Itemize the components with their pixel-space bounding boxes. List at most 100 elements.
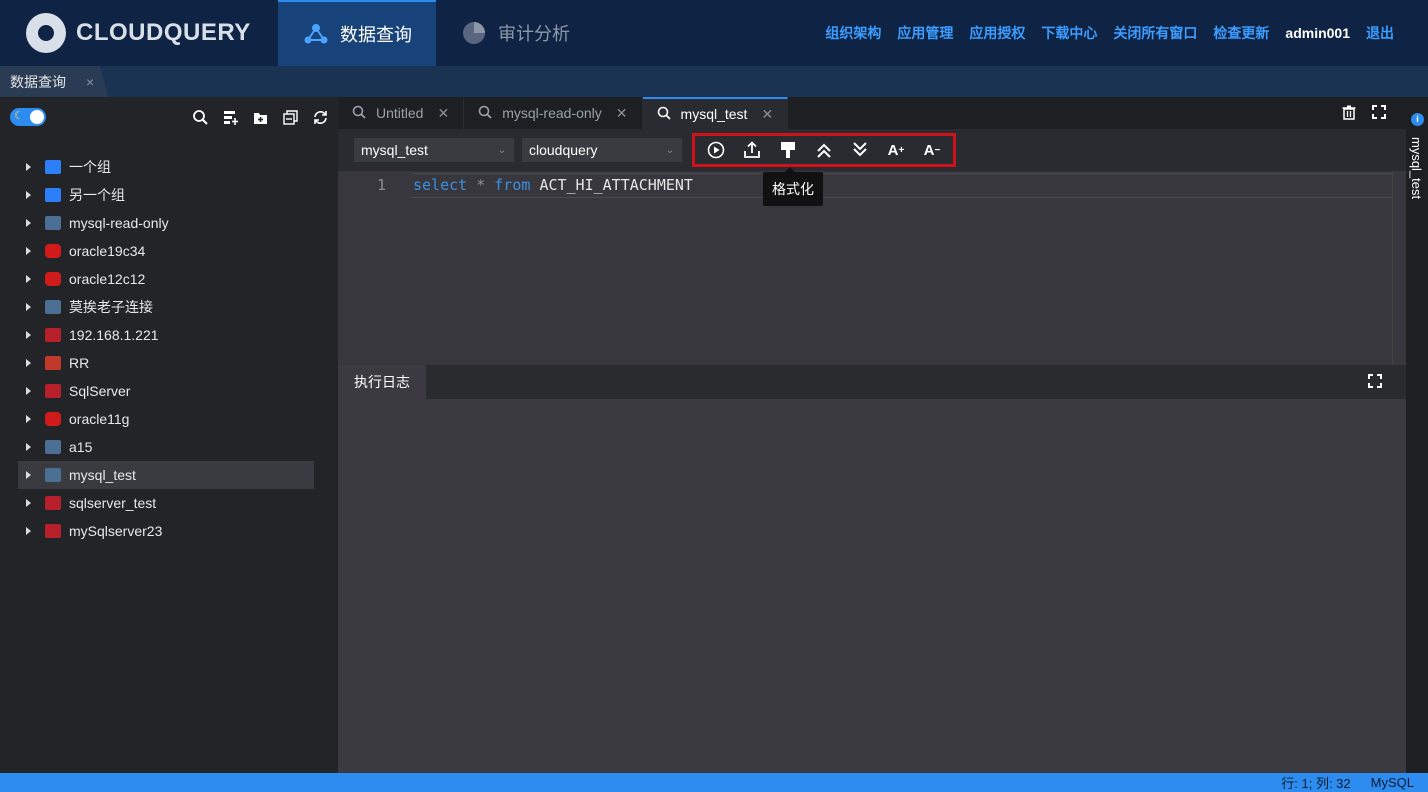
log-header: 执行日志 bbox=[338, 365, 1406, 399]
logout-link[interactable]: 退出 bbox=[1366, 23, 1394, 43]
chevrons-up-icon[interactable] bbox=[813, 139, 835, 161]
expand-arrow-icon[interactable] bbox=[26, 443, 31, 451]
font-increase-icon[interactable]: A + bbox=[885, 139, 907, 161]
run-icon[interactable] bbox=[705, 139, 727, 161]
tree-item[interactable]: a15 bbox=[18, 433, 314, 461]
expand-arrow-icon[interactable] bbox=[26, 415, 31, 423]
mysql-icon bbox=[45, 440, 61, 454]
tree-item-label: sqlserver_test bbox=[69, 495, 157, 511]
user-name[interactable]: admin001 bbox=[1285, 25, 1350, 41]
mysql-icon bbox=[45, 216, 61, 230]
tree-item[interactable]: mySqlserver23 bbox=[18, 517, 314, 545]
tree-item-selected[interactable]: mysql_test bbox=[18, 461, 314, 489]
nav-tab-audit[interactable]: 审计分析 bbox=[436, 0, 594, 66]
app-logo[interactable]: CLOUDQUERY bbox=[26, 0, 278, 66]
theme-toggle[interactable]: ☾ bbox=[10, 108, 46, 126]
add-connection-icon[interactable] bbox=[222, 109, 238, 125]
add-folder-icon[interactable] bbox=[252, 109, 268, 125]
fullscreen-icon[interactable] bbox=[1368, 374, 1382, 391]
tree-item[interactable]: RR bbox=[18, 349, 314, 377]
expand-arrow-icon[interactable] bbox=[26, 527, 31, 535]
collapse-all-icon[interactable] bbox=[282, 109, 298, 125]
expand-arrow-icon[interactable] bbox=[26, 219, 31, 227]
tree-item[interactable]: 莫挨老子连接 bbox=[18, 293, 314, 321]
sqlserver-icon bbox=[45, 524, 61, 538]
expand-arrow-icon[interactable] bbox=[26, 247, 31, 255]
editor-tab-mysql-read-only[interactable]: mysql-read-only ✕ bbox=[464, 97, 643, 129]
mysql-icon bbox=[45, 468, 61, 482]
link-app-auth[interactable]: 应用授权 bbox=[969, 23, 1025, 43]
editor-tab-label: mysql-read-only bbox=[502, 105, 602, 121]
tree-item-label: 192.168.1.221 bbox=[69, 327, 159, 343]
sql-keyword: from bbox=[494, 176, 531, 194]
connection-sidebar: ☾ 一个组 另一个组 mysql-read-only oracle19c34 o… bbox=[0, 97, 338, 773]
link-app-manage[interactable]: 应用管理 bbox=[897, 23, 953, 43]
expand-arrow-icon[interactable] bbox=[26, 387, 31, 395]
network-icon bbox=[302, 20, 330, 48]
editor-tab-mysql-test[interactable]: mysql_test ✕ bbox=[642, 97, 789, 129]
highlighted-toolbar-group: A + A − bbox=[692, 133, 956, 167]
fullscreen-icon[interactable] bbox=[1372, 105, 1386, 123]
format-brush-icon[interactable] bbox=[777, 139, 799, 161]
connection-select-value: mysql_test bbox=[361, 142, 428, 158]
connection-tree: 一个组 另一个组 mysql-read-only oracle19c34 ora… bbox=[0, 153, 338, 545]
close-icon[interactable]: ✕ bbox=[616, 105, 628, 122]
close-icon[interactable]: ✕ bbox=[437, 105, 449, 122]
chevron-down-icon: ⌄ bbox=[665, 144, 674, 156]
chevrons-down-icon[interactable] bbox=[849, 139, 871, 161]
trash-icon[interactable] bbox=[1342, 105, 1356, 123]
expand-arrow-icon[interactable] bbox=[26, 191, 31, 199]
close-icon[interactable]: × bbox=[86, 74, 94, 90]
page-tab-data-query[interactable]: 数据查询 × bbox=[0, 66, 108, 97]
log-panel: 执行日志 bbox=[338, 365, 1406, 773]
close-icon[interactable]: ✕ bbox=[761, 106, 773, 123]
sqlserver-icon bbox=[45, 384, 61, 398]
tree-item[interactable]: 一个组 bbox=[18, 153, 314, 181]
right-panel-label[interactable]: mysql_test bbox=[1409, 137, 1424, 199]
tree-item[interactable]: sqlserver_test bbox=[18, 489, 314, 517]
expand-arrow-icon[interactable] bbox=[26, 471, 31, 479]
page-tab-label: 数据查询 bbox=[10, 73, 66, 90]
link-download[interactable]: 下载中心 bbox=[1041, 23, 1097, 43]
tree-item[interactable]: oracle19c34 bbox=[18, 237, 314, 265]
sql-editor[interactable]: 1 select * from ACT_HI_ATTACHMENT bbox=[338, 171, 1406, 365]
editor-tabs: Untitled ✕ mysql-read-only ✕ mysql_test … bbox=[338, 97, 1406, 129]
sql-dialect: MySQL bbox=[1370, 775, 1414, 790]
nav-tab-data-query[interactable]: 数据查询 bbox=[278, 0, 436, 66]
info-icon[interactable]: i bbox=[1411, 113, 1424, 126]
query-icon bbox=[657, 106, 671, 123]
code-line[interactable]: select * from ACT_HI_ATTACHMENT bbox=[412, 173, 1392, 198]
expand-arrow-icon[interactable] bbox=[26, 499, 31, 507]
tree-item[interactable]: 另一个组 bbox=[18, 181, 314, 209]
refresh-icon[interactable] bbox=[312, 109, 328, 125]
pie-chart-icon bbox=[460, 19, 488, 47]
chevron-down-icon: ⌄ bbox=[497, 144, 506, 156]
tree-item-label: oracle12c12 bbox=[69, 271, 146, 287]
link-check-update[interactable]: 检查更新 bbox=[1213, 23, 1269, 43]
oracle-icon bbox=[45, 244, 61, 258]
expand-arrow-icon[interactable] bbox=[26, 275, 31, 283]
expand-arrow-icon[interactable] bbox=[26, 163, 31, 171]
editor-tab-untitled[interactable]: Untitled ✕ bbox=[338, 97, 465, 129]
expand-arrow-icon[interactable] bbox=[26, 303, 31, 311]
database-select[interactable]: cloudquery ⌄ bbox=[522, 138, 682, 162]
connection-select[interactable]: mysql_test ⌄ bbox=[354, 138, 514, 162]
tree-item[interactable]: oracle11g bbox=[18, 405, 314, 433]
link-close-all[interactable]: 关闭所有窗口 bbox=[1113, 23, 1197, 43]
expand-arrow-icon[interactable] bbox=[26, 359, 31, 367]
status-bar: 行: 1; 列: 32 MySQL bbox=[0, 773, 1428, 792]
export-icon[interactable] bbox=[741, 139, 763, 161]
link-org[interactable]: 组织架构 bbox=[825, 23, 881, 43]
editor-tab-label: Untitled bbox=[376, 105, 424, 121]
tree-item-label: a15 bbox=[69, 439, 93, 455]
nav-tab-label: 数据查询 bbox=[340, 25, 412, 45]
font-decrease-icon[interactable]: A − bbox=[921, 139, 943, 161]
search-icon[interactable] bbox=[192, 109, 208, 125]
tree-item[interactable]: mysql-read-only bbox=[18, 209, 314, 237]
expand-arrow-icon[interactable] bbox=[26, 331, 31, 339]
tab-execution-log[interactable]: 执行日志 bbox=[338, 365, 426, 399]
tree-item[interactable]: 192.168.1.221 bbox=[18, 321, 314, 349]
tree-item[interactable]: SqlServer bbox=[18, 377, 314, 405]
tree-item[interactable]: oracle12c12 bbox=[18, 265, 314, 293]
editor-scrollbar[interactable] bbox=[1392, 171, 1404, 365]
